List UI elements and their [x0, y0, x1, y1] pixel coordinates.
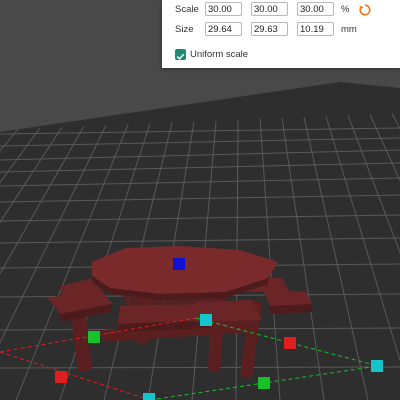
- x-scale-handle-left[interactable]: [55, 371, 67, 383]
- size-y-input[interactable]: [251, 22, 288, 36]
- size-label: Size: [175, 24, 194, 35]
- uniform-scale-checkbox[interactable]: [175, 49, 186, 60]
- size-z-input[interactable]: [297, 22, 334, 36]
- y-scale-handle-front[interactable]: [258, 377, 270, 389]
- size-unit: mm: [341, 24, 357, 35]
- size-row: Size mm: [162, 20, 400, 40]
- scale-row: Scale %: [162, 0, 400, 20]
- corner-handle-right[interactable]: [371, 360, 383, 372]
- size-x-input[interactable]: [205, 22, 242, 36]
- corner-handle-front[interactable]: [143, 393, 155, 400]
- y-scale-handle-left[interactable]: [88, 331, 100, 343]
- scale-z-input[interactable]: [297, 2, 334, 16]
- z-scale-handle[interactable]: [173, 258, 185, 270]
- scale-label: Scale: [175, 4, 199, 15]
- scale-unit: %: [341, 4, 350, 15]
- scale-y-input[interactable]: [251, 2, 288, 16]
- scale-panel: Scale % Size mm Uniform scale: [162, 0, 400, 68]
- uniform-scale-label[interactable]: Uniform scale: [190, 49, 248, 60]
- x-scale-handle-right[interactable]: [284, 337, 296, 349]
- reset-icon[interactable]: [358, 3, 372, 17]
- checkmark-icon: [176, 53, 185, 60]
- corner-handle-back[interactable]: [200, 314, 212, 326]
- scale-x-input[interactable]: [205, 2, 242, 16]
